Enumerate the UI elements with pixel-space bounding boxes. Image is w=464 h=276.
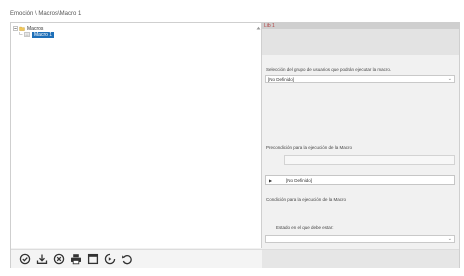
user-group-select[interactable]: [No Definido] ⌄ — [265, 75, 455, 83]
window-icon — [87, 253, 98, 265]
state-select[interactable]: ⌄ — [265, 235, 455, 243]
window-button[interactable] — [85, 252, 100, 267]
precondition-input[interactable] — [284, 155, 455, 165]
forward-step-icon — [104, 253, 115, 265]
chevron-down-icon: ⌄ — [447, 76, 452, 82]
scroll-up-icon[interactable] — [256, 25, 261, 30]
state-label: Estado en el que debe estar: — [276, 225, 334, 230]
download-button[interactable] — [34, 252, 49, 267]
tree-connector-icon — [19, 32, 23, 35]
precondition-row-value: [No Definido] — [286, 178, 313, 183]
bottom-toolbar — [11, 249, 267, 268]
macro-icon — [24, 32, 30, 37]
properties-panel: Lib 1 Selección del grupo de usuarios qu… — [262, 23, 459, 268]
tree-node-macro-1-label: Macro 1 — [32, 31, 55, 38]
panel-header-strip — [262, 29, 459, 55]
undo-button[interactable] — [119, 252, 134, 267]
undo-icon — [121, 255, 132, 265]
macro-tree-panel: Macros Macro 1 — [11, 23, 262, 248]
accept-button[interactable] — [17, 252, 32, 267]
breadcrumb: Emoción \ Macros\Macro 1 — [10, 11, 82, 17]
condition-label: Condición para la ejecución de la Macro — [266, 197, 347, 202]
tree-node-macro-1[interactable]: Macro 1 — [19, 31, 55, 38]
user-group-select-value: [No Definido] — [268, 77, 295, 82]
precondition-row[interactable]: ▶ [No Definido] — [265, 175, 455, 185]
step-forward-button[interactable] — [102, 252, 117, 267]
panel-footer — [262, 249, 459, 268]
print-button[interactable] — [68, 252, 83, 267]
download-icon — [36, 254, 47, 264]
check-circle-icon — [19, 253, 30, 265]
user-group-label: Selección del grupo de usuarios que podr… — [266, 67, 392, 72]
precondition-label: Precondición para la ejecución de la Mac… — [266, 145, 353, 150]
print-icon — [70, 254, 81, 265]
cancel-button[interactable] — [51, 252, 66, 267]
row-pointer-icon: ▶ — [269, 178, 273, 183]
macro-editor-frame: Macros Macro 1 Lib 1 Selección del grupo… — [10, 22, 460, 268]
collapse-icon[interactable] — [13, 26, 18, 31]
chevron-down-icon: ⌄ — [447, 236, 452, 242]
cancel-circle-icon — [53, 253, 64, 265]
